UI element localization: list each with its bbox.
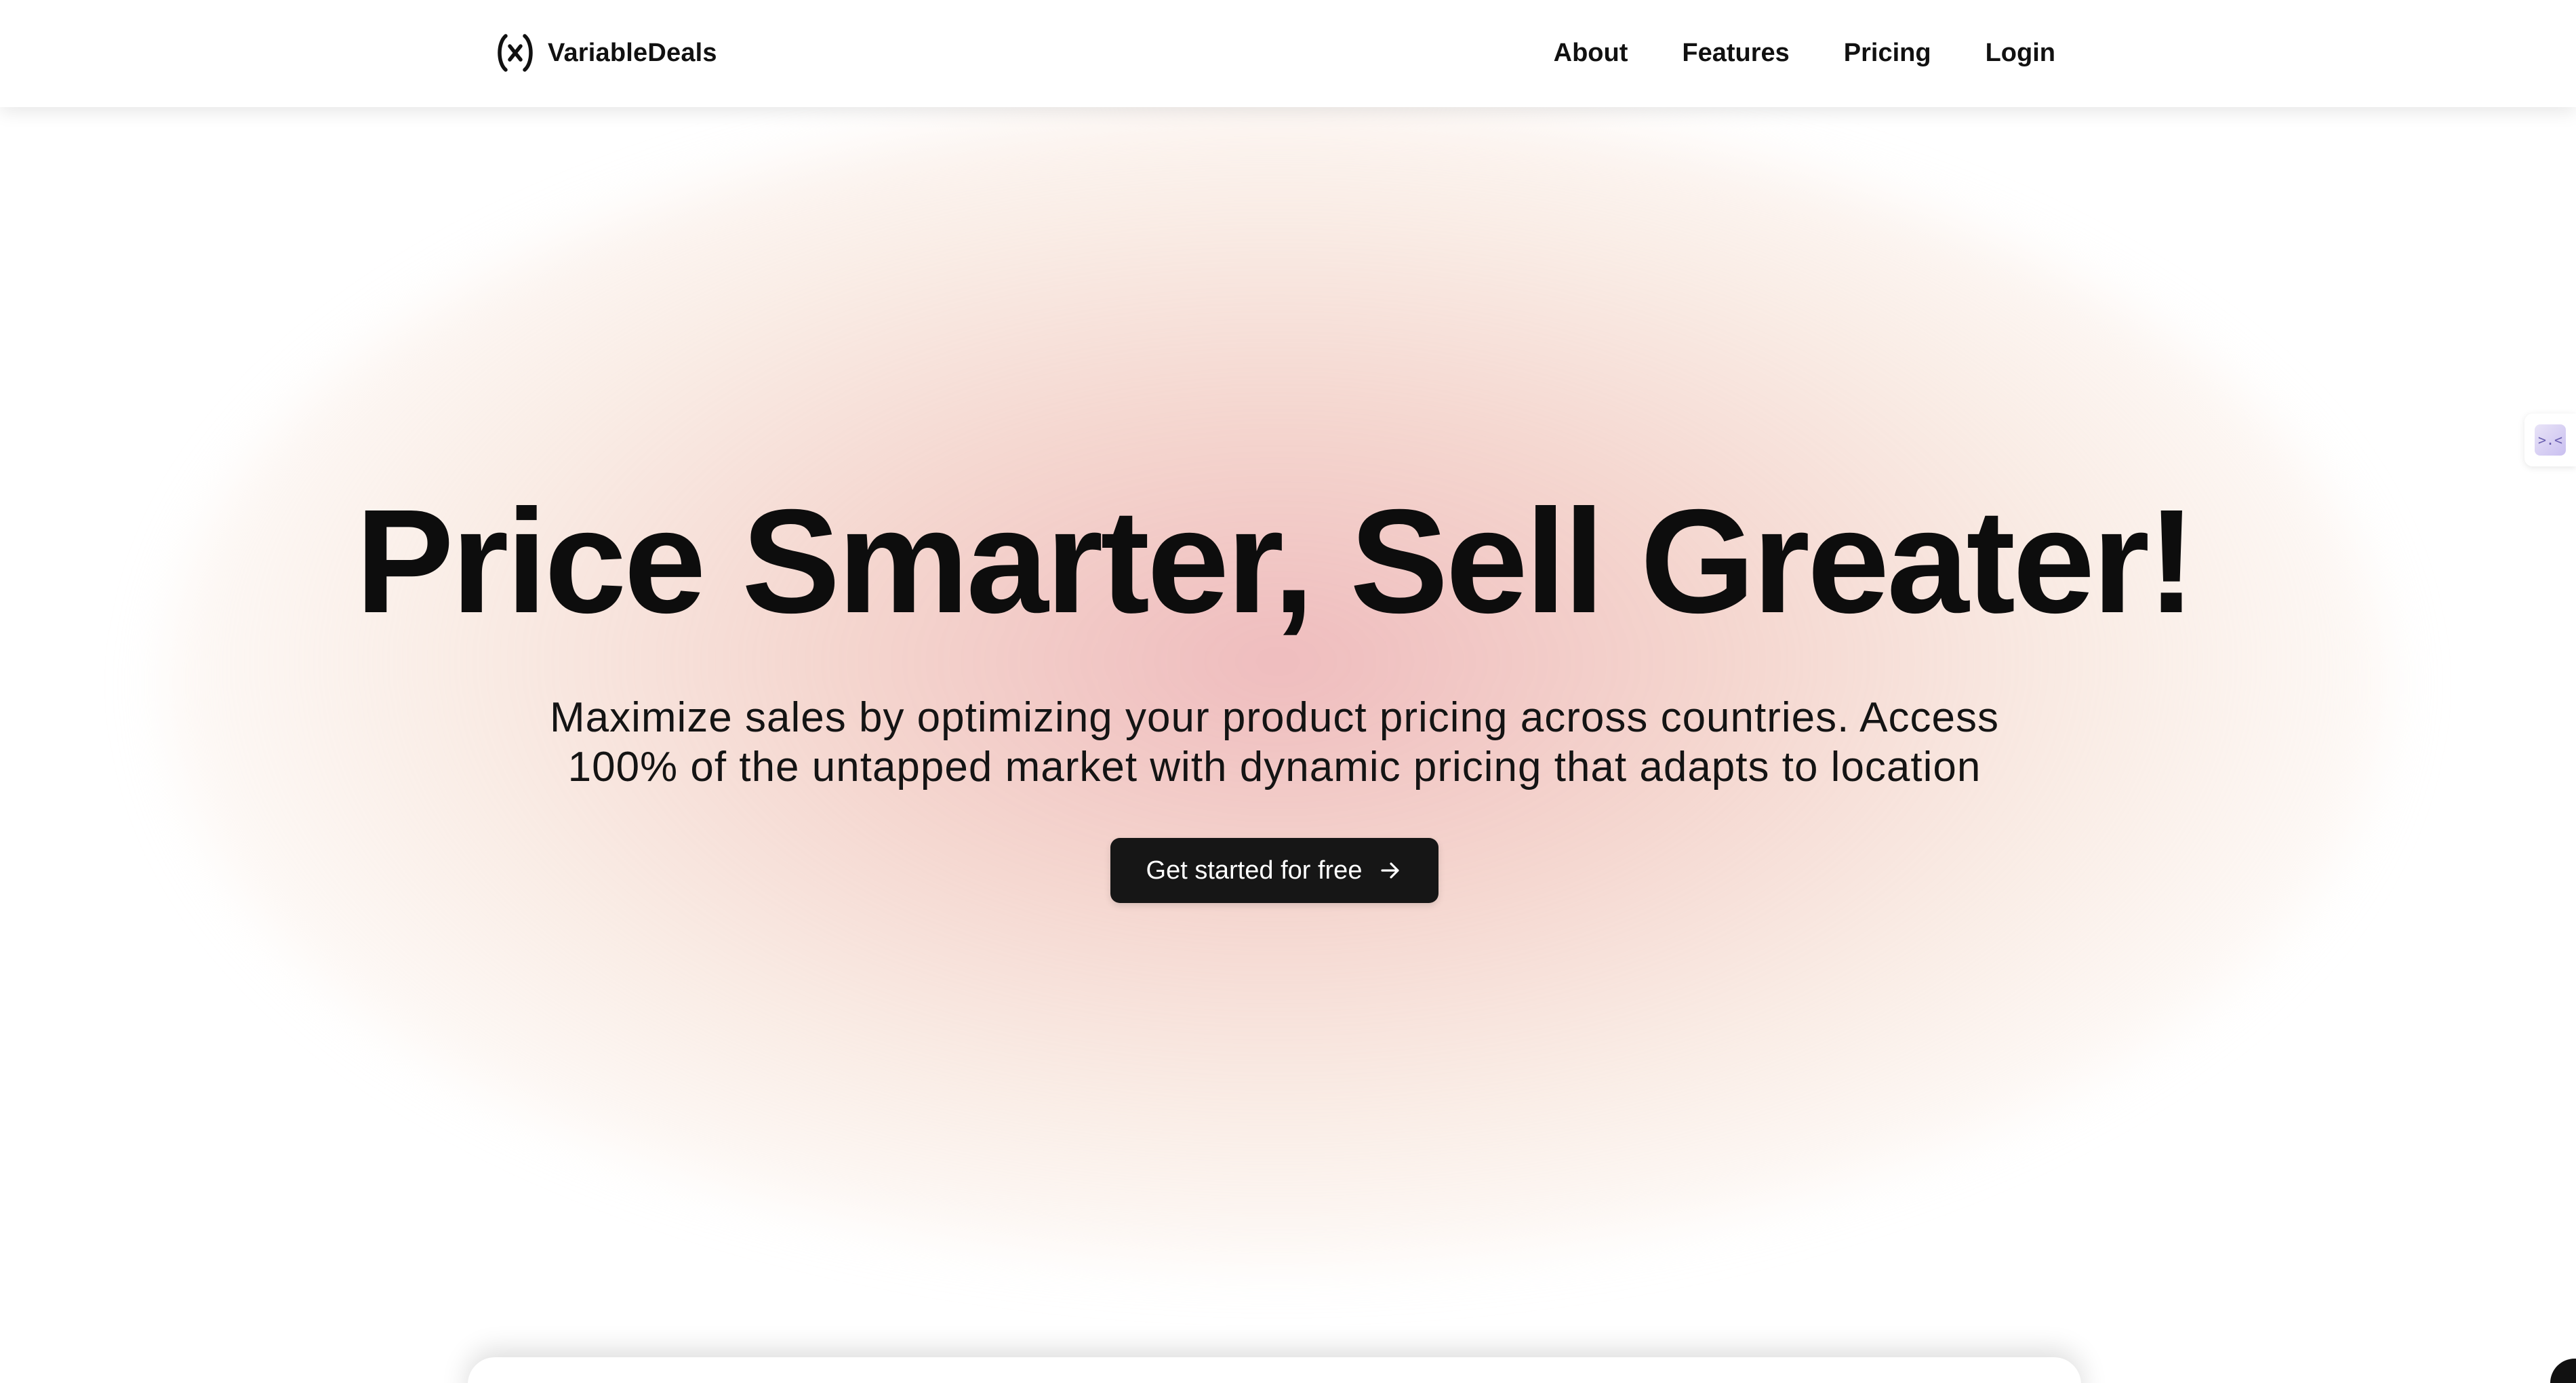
corner-decoration [2550,1359,2576,1383]
get-started-button[interactable]: Get started for free [1110,838,1438,903]
arrow-right-icon [1381,862,1400,879]
nav-pricing[interactable]: Pricing [1844,39,1931,68]
get-started-label: Get started for free [1146,856,1363,885]
main-nav: About Features Pricing Login [1554,34,2055,72]
hero-subtitle: Maximize sales by optimizing your produc… [549,694,2000,790]
nav-about[interactable]: About [1554,39,1628,68]
landing-page: VariableDeals About Features Pricing Log… [0,0,2576,1383]
preview-card-edge [468,1357,2081,1383]
hero-title: Price Smarter, Sell Greater! [355,479,2196,644]
hero-background-glow [163,102,2393,1268]
variable-x-icon [498,34,533,72]
nav-login[interactable]: Login [1986,39,2055,68]
nav-features[interactable]: Features [1682,39,1789,68]
site-header: VariableDeals About Features Pricing Log… [0,0,2576,107]
brand-logo-link[interactable]: VariableDeals [495,31,717,75]
side-widget-button[interactable]: >.< [2524,414,2576,466]
code-widget-icon: >.< [2535,424,2566,456]
brand-name: VariableDeals [548,38,717,67]
